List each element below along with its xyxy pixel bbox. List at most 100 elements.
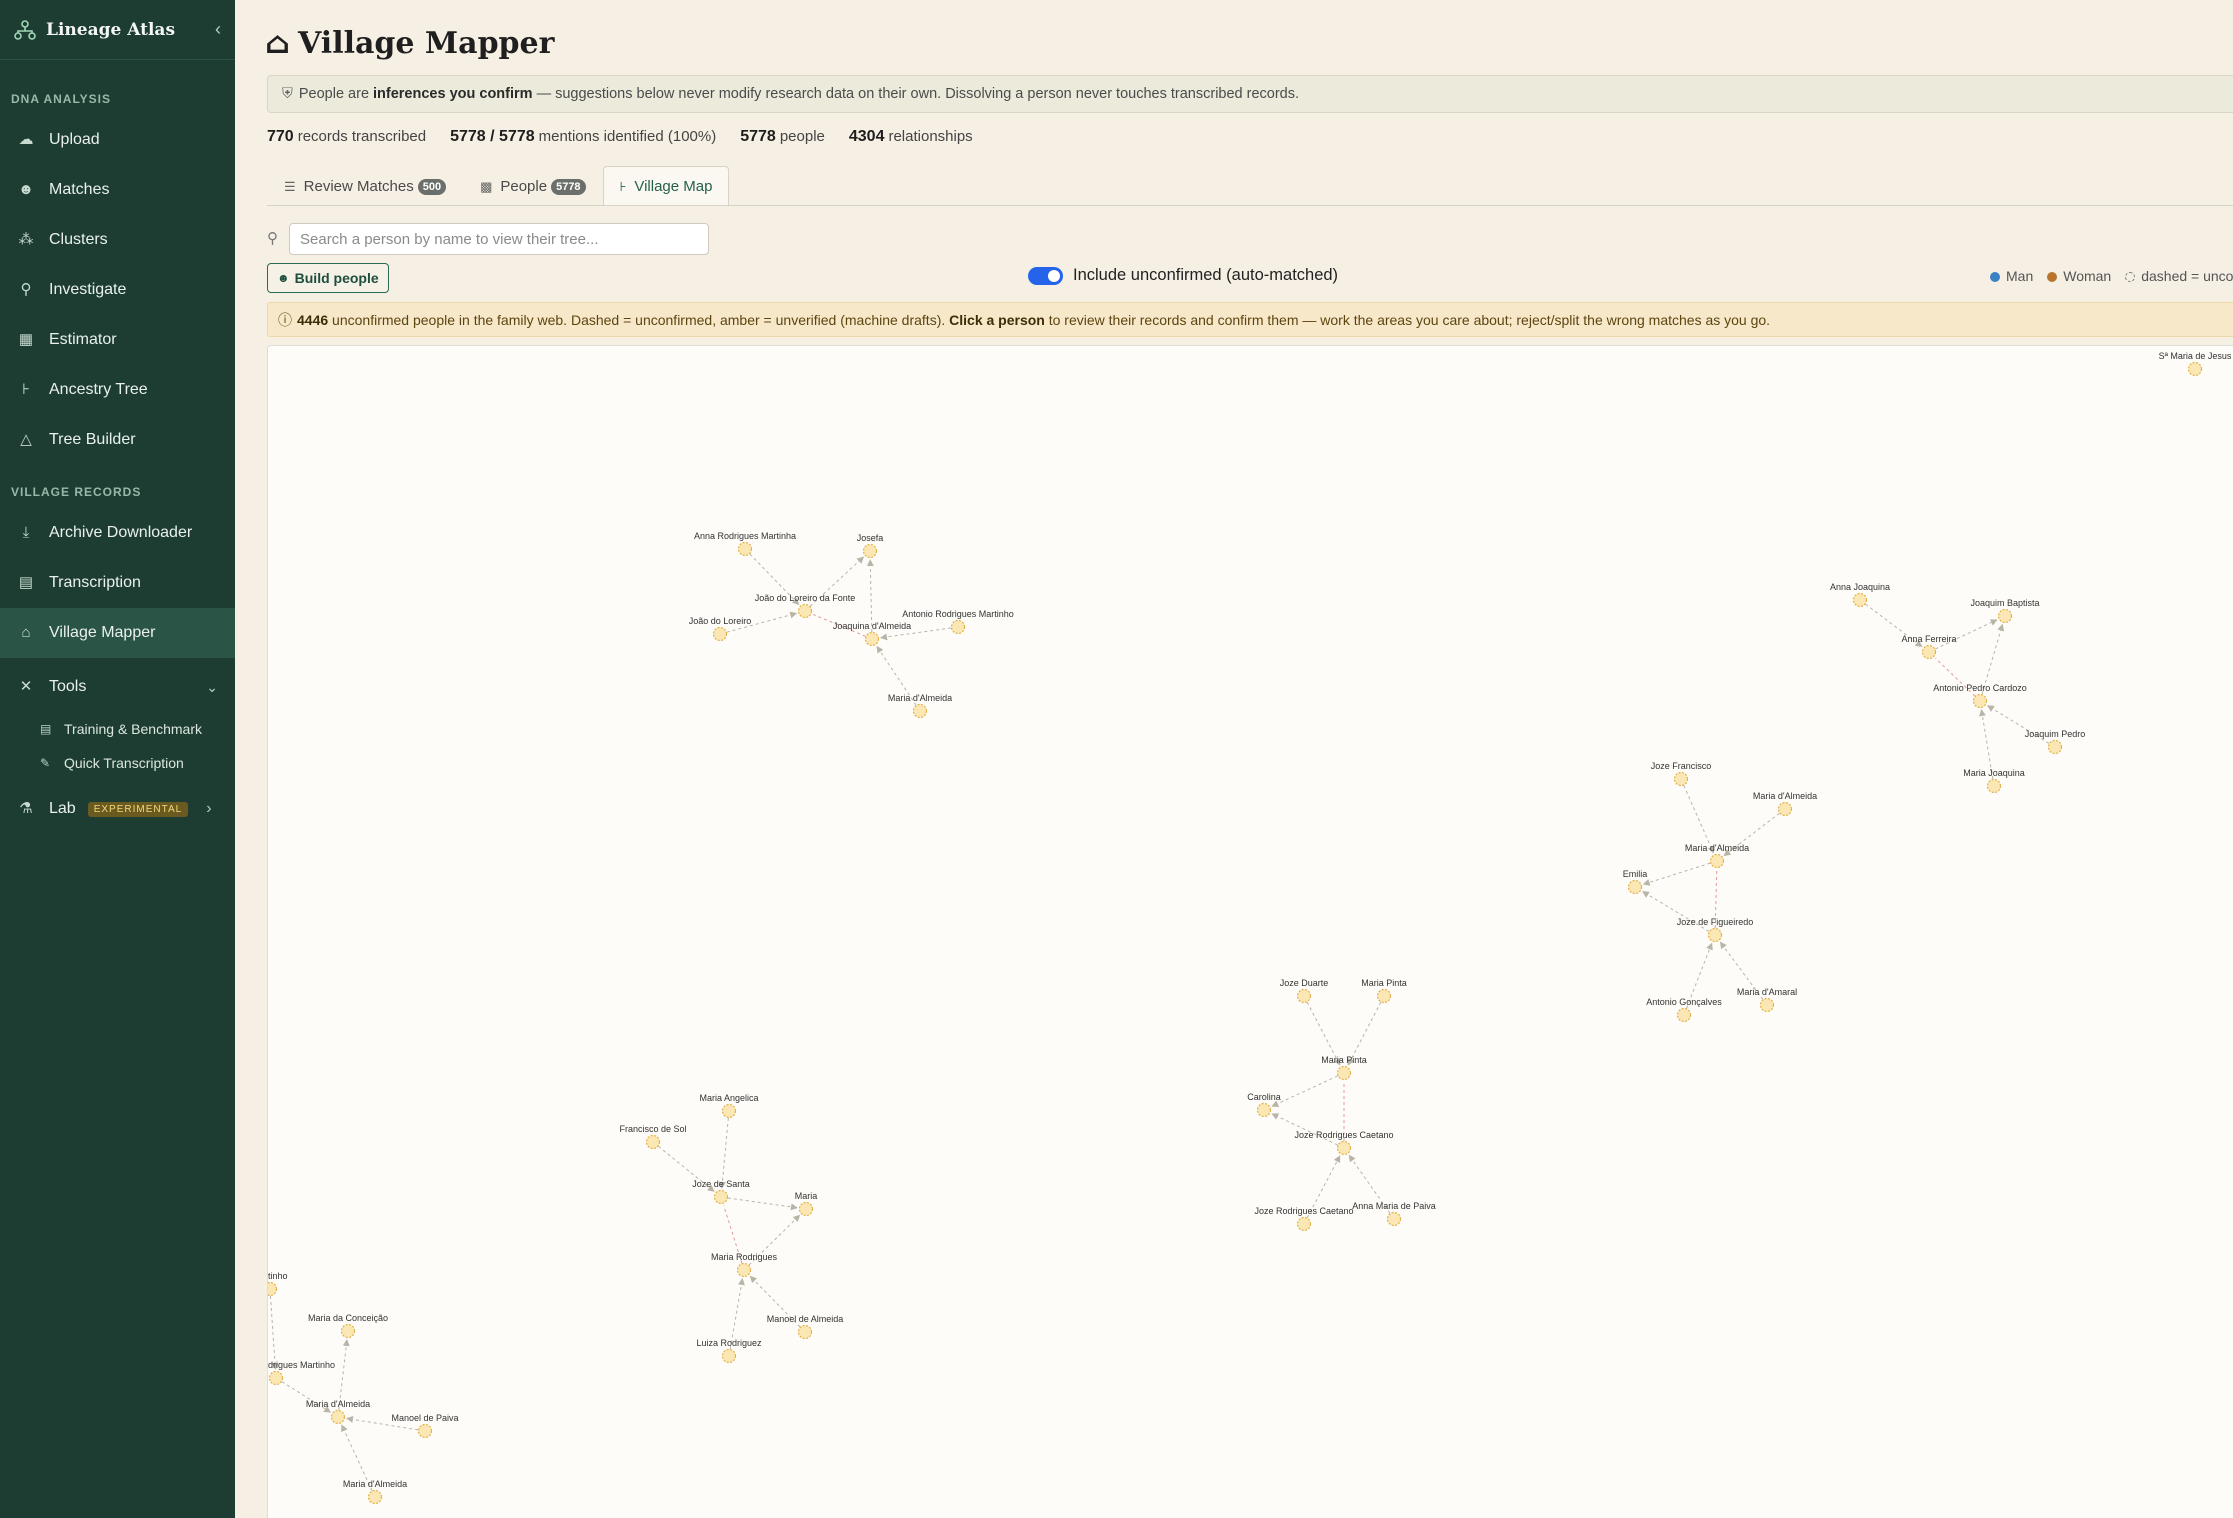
person-node-circle[interactable] — [2047, 739, 2063, 755]
person-node-circle[interactable] — [1296, 988, 1312, 1004]
nav-tools[interactable]: ✕ Tools ⌄ — [0, 662, 235, 712]
nav-matches[interactable]: ☻ Matches — [0, 165, 235, 215]
person-node-circle[interactable] — [1997, 608, 2013, 624]
person-node[interactable]: Joze de Figueiredo — [1677, 917, 1754, 943]
person-node[interactable]: Antonio Rodrigues Martinho — [902, 609, 1014, 635]
person-node-circle[interactable] — [1627, 879, 1643, 895]
person-node[interactable]: Anna Ferreira — [1901, 634, 1957, 660]
person-node-circle[interactable] — [798, 1201, 814, 1217]
nav-transcription[interactable]: ▤ Transcription — [0, 558, 235, 608]
person-node-circle[interactable] — [330, 1409, 346, 1425]
person-node-circle[interactable] — [1376, 988, 1392, 1004]
person-node-circle[interactable] — [712, 626, 728, 642]
person-node-circle[interactable] — [2187, 361, 2203, 377]
person-node[interactable]: Anna Joaquina — [1830, 582, 1890, 608]
person-node-circle[interactable] — [1673, 771, 1689, 787]
person-node[interactable]: Maria Pinta — [1321, 1055, 1367, 1081]
person-node[interactable]: Francisco de Sol — [619, 1124, 687, 1150]
person-node-circle[interactable] — [1336, 1065, 1352, 1081]
nav-training-benchmark[interactable]: ▤ Training & Benchmark — [0, 712, 235, 746]
person-node[interactable]: Maria — [795, 1191, 818, 1217]
nav-clusters[interactable]: ⁂ Clusters — [0, 215, 235, 265]
person-node-circle[interactable] — [1707, 927, 1723, 943]
person-node[interactable]: Sª Maria de Jesus — [2159, 351, 2232, 377]
person-node[interactable]: drigues Martinho — [268, 1360, 335, 1386]
person-search-input[interactable] — [289, 223, 709, 255]
toggle-switch[interactable] — [1028, 266, 1063, 285]
person-node[interactable]: Antonio Gonçalves — [1646, 997, 1722, 1023]
person-node-circle[interactable] — [340, 1323, 356, 1339]
person-node-circle[interactable] — [1986, 778, 2002, 794]
person-node[interactable]: Maria Rodrigues — [711, 1252, 778, 1278]
person-node-circle[interactable] — [736, 1262, 752, 1278]
person-node[interactable]: Maria d'Almeida — [1753, 791, 1817, 817]
person-node-circle[interactable] — [1759, 997, 1775, 1013]
person-node[interactable]: Anna Maria de Paiva — [1352, 1201, 1436, 1227]
family-graph[interactable]: Anna Rodrigues Martinha Josefa João do Lor… — [268, 346, 2233, 1518]
nav-investigate[interactable]: ⚲ Investigate — [0, 265, 235, 315]
nav-tree-builder[interactable]: △ Tree Builder — [0, 415, 235, 465]
person-node[interactable]: Manoel de Almeida — [767, 1314, 844, 1340]
person-node[interactable]: Luiza Rodriguez — [696, 1338, 762, 1364]
person-node-circle[interactable] — [912, 703, 928, 719]
nav-estimator[interactable]: ▦ Estimator — [0, 315, 235, 365]
person-node[interactable]: Anna Rodrigues Martinha — [694, 531, 796, 557]
person-node-circle[interactable] — [367, 1489, 383, 1505]
person-node-circle[interactable] — [950, 619, 966, 635]
person-node-circle[interactable] — [1972, 693, 1988, 709]
person-node[interactable]: João do Loreiro da Fonte — [755, 593, 856, 619]
person-node-circle[interactable] — [1296, 1216, 1312, 1232]
nav-ancestry-tree[interactable]: ⊦ Ancestry Tree — [0, 365, 235, 415]
person-node[interactable]: Joaquina d'Almeida — [833, 621, 911, 647]
person-node[interactable]: Joze Rodrigues Caetano — [1294, 1130, 1394, 1156]
person-node-circle[interactable] — [797, 1324, 813, 1340]
person-node[interactable]: João do Loreiro — [689, 616, 752, 642]
person-node[interactable]: Maria Angelica — [699, 1093, 759, 1119]
village-map-canvas[interactable]: Anna Rodrigues Martinha Josefa João do Lor… — [267, 345, 2233, 1518]
person-node[interactable]: Maria d'Almeida — [1685, 843, 1749, 869]
nav-archive-downloader[interactable]: ⤓ Archive Downloader — [0, 508, 235, 558]
person-node[interactable]: Josefa — [857, 533, 884, 559]
person-node[interactable]: Manoel de Paiva — [391, 1413, 459, 1439]
person-node-circle[interactable] — [417, 1423, 433, 1439]
person-node[interactable]: Maria Joaquina — [1963, 768, 2025, 794]
nav-village-mapper[interactable]: ⌂ Village Mapper — [0, 608, 235, 658]
person-node-circle[interactable] — [1336, 1140, 1352, 1156]
person-node[interactable]: Joze Duarte — [1280, 978, 1329, 1004]
person-node[interactable]: Maria d'Almeida — [888, 693, 952, 719]
person-node[interactable]: Joze Rodrigues Caetano — [1254, 1206, 1354, 1232]
person-node[interactable]: Emilia — [1623, 869, 1648, 895]
person-node-circle[interactable] — [1921, 644, 1937, 660]
nav-upload[interactable]: ☁ Upload — [0, 115, 235, 165]
person-node-circle[interactable] — [713, 1189, 729, 1205]
person-node-circle[interactable] — [1676, 1007, 1692, 1023]
tab-village-map[interactable]: ⊦ Village Map — [602, 166, 730, 206]
person-node[interactable]: tinho — [268, 1271, 288, 1297]
person-node[interactable]: Joze Francisco — [1651, 761, 1712, 787]
person-node-circle[interactable] — [268, 1370, 284, 1386]
person-node-circle[interactable] — [1777, 801, 1793, 817]
person-node-circle[interactable] — [1256, 1102, 1272, 1118]
person-node-circle[interactable] — [864, 631, 880, 647]
person-node-circle[interactable] — [721, 1348, 737, 1364]
tab-people[interactable]: ▩ People 5778 — [463, 166, 603, 206]
person-node-circle[interactable] — [1386, 1211, 1402, 1227]
person-node[interactable]: Maria d'Amaral — [1737, 987, 1797, 1013]
include-unconfirmed-toggle[interactable]: Include unconfirmed (auto-matched) — [1028, 266, 1338, 285]
person-node[interactable]: Joaquim Baptista — [1970, 598, 2040, 624]
nav-quick-transcription[interactable]: ✎ Quick Transcription — [0, 746, 235, 780]
person-node-circle[interactable] — [268, 1281, 278, 1297]
person-node-circle[interactable] — [797, 603, 813, 619]
collapse-sidebar-icon[interactable]: ‹ — [215, 19, 221, 40]
person-node[interactable]: Maria Pinta — [1361, 978, 1407, 1004]
build-people-button[interactable]: ☻ Build people — [267, 263, 389, 293]
person-node[interactable]: Maria d'Almeida — [306, 1399, 370, 1425]
tab-review-matches[interactable]: ☰ Review Matches 500 — [267, 166, 463, 206]
person-node-circle[interactable] — [1709, 853, 1725, 869]
person-node-circle[interactable] — [1852, 592, 1868, 608]
person-node-circle[interactable] — [721, 1103, 737, 1119]
person-node[interactable]: Maria da Conceição — [308, 1313, 388, 1339]
person-node-circle[interactable] — [737, 541, 753, 557]
person-node[interactable]: Maria d'Almeida — [343, 1479, 407, 1505]
person-node[interactable]: Antonio Pedro Cardozo — [1933, 683, 2027, 709]
